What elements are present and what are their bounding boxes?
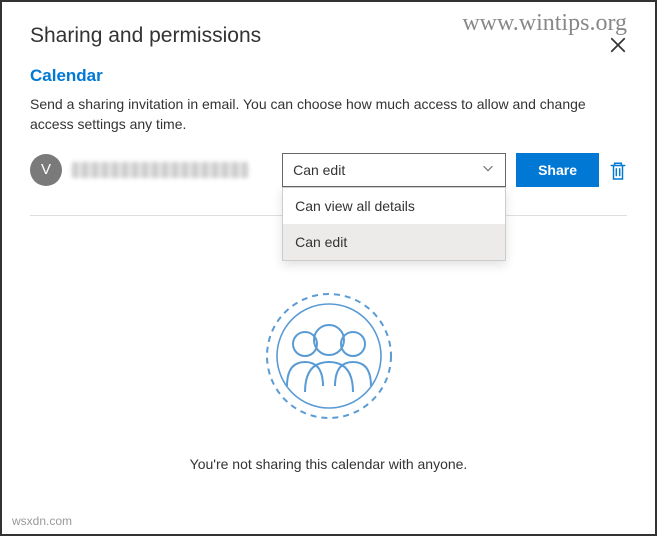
delete-button[interactable] (609, 161, 627, 179)
people-empty-icon (259, 286, 399, 426)
permission-menu: Can view all details Can edit (282, 187, 506, 261)
footer-watermark: wsxdn.com (12, 514, 72, 528)
close-icon (609, 36, 627, 54)
empty-state-text: You're not sharing this calendar with an… (190, 456, 468, 472)
sharing-permissions-panel: www.wintips.org Sharing and permissions … (2, 2, 655, 494)
close-button[interactable] (609, 36, 627, 54)
invitee-email (72, 162, 248, 178)
page-title: Sharing and permissions (30, 24, 627, 48)
permission-dropdown[interactable]: Can edit (282, 153, 506, 187)
empty-state: You're not sharing this calendar with an… (30, 286, 627, 472)
invitee-row: V Can edit Can view all details Can edit… (30, 153, 627, 187)
calendar-section-title: Calendar (30, 66, 627, 86)
share-button[interactable]: Share (516, 153, 599, 187)
trash-icon (609, 161, 627, 181)
avatar: V (30, 154, 62, 186)
permission-option-can-edit[interactable]: Can edit (283, 224, 505, 260)
calendar-description: Send a sharing invitation in email. You … (30, 94, 610, 135)
permission-dropdown-wrap: Can edit Can view all details Can edit (282, 153, 506, 187)
permission-dropdown-value: Can edit (293, 162, 345, 178)
chevron-down-icon (481, 161, 495, 178)
permission-option-view-all[interactable]: Can view all details (283, 188, 505, 224)
